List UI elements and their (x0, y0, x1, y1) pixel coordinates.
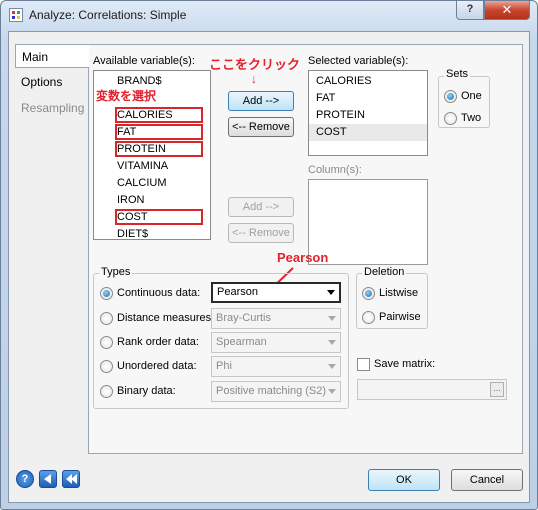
cancel-button[interactable]: Cancel (451, 469, 523, 491)
rank-order-radio[interactable] (100, 336, 113, 349)
sets-group: Sets One Two (438, 68, 490, 128)
back-to-start-icon[interactable] (62, 470, 80, 488)
help-button[interactable]: ? (456, 1, 484, 20)
distance-measures-radio[interactable] (100, 312, 113, 325)
rank-order-label: Rank order data: (117, 336, 199, 348)
deletion-title: Deletion (362, 266, 407, 278)
list-item[interactable]: FAT (309, 90, 427, 107)
distance-measures-select: Bray-Curtis (211, 308, 341, 329)
list-item[interactable]: VITAMINA (94, 158, 210, 175)
chevron-down-icon (328, 316, 336, 321)
types-group: Types Continuous data: Pearson Distance … (93, 266, 349, 409)
select-variables-annotation: 変数を選択 (96, 89, 157, 103)
close-button[interactable]: ✕ (484, 1, 530, 20)
sets-two-radio[interactable] (444, 112, 457, 125)
main-panel: Available variable(s): BRAND$ CALORIES F… (88, 44, 523, 454)
ok-button[interactable]: OK (368, 469, 440, 491)
unordered-data-label: Unordered data: (117, 360, 197, 372)
save-matrix-label: Save matrix: (374, 358, 436, 370)
sets-one-label: One (461, 90, 482, 102)
tab-options[interactable]: Options (15, 70, 89, 94)
chevron-down-icon (328, 364, 336, 369)
add-column-button: Add --> (228, 197, 294, 217)
unordered-data-radio[interactable] (100, 360, 113, 373)
chevron-down-icon (328, 389, 336, 394)
dialog-window: Analyze: Correlations: Simple ? ✕ Main O… (0, 0, 538, 510)
binary-data-value: Positive matching (S2) (216, 385, 327, 397)
continuous-data-select[interactable]: Pearson (211, 282, 341, 303)
list-item[interactable]: CALORIES (309, 73, 427, 90)
sets-two-label: Two (461, 112, 482, 124)
highlight-box (115, 124, 203, 140)
selected-variables-label: Selected variable(s): (308, 55, 409, 67)
deletion-group: Deletion Listwise Pairwise (356, 266, 428, 329)
pearson-annotation: Pearson (277, 250, 329, 265)
listwise-radio[interactable] (362, 287, 375, 300)
save-matrix-checkbox[interactable] (357, 358, 370, 371)
unordered-data-value: Phi (216, 360, 232, 372)
back-icon[interactable] (39, 470, 57, 488)
distance-measures-label: Distance measures: (117, 312, 215, 324)
distance-measures-value: Bray-Curtis (216, 312, 272, 324)
pairwise-label: Pairwise (379, 311, 421, 323)
rank-order-value: Spearman (216, 336, 267, 348)
tab-resampling: Resampling (21, 101, 85, 115)
highlight-box (115, 141, 203, 157)
binary-data-radio[interactable] (100, 385, 113, 398)
sets-one-radio[interactable] (444, 90, 457, 103)
save-matrix-path-field: ... (357, 379, 507, 400)
binary-data-label: Binary data: (117, 385, 176, 397)
list-item[interactable]: PROTEIN (309, 107, 427, 124)
window-title: Analyze: Correlations: Simple (29, 8, 187, 22)
continuous-data-label: Continuous data: (117, 287, 201, 299)
list-item[interactable]: DIET$ (94, 226, 210, 243)
listwise-label: Listwise (379, 287, 419, 299)
tab-main[interactable]: Main (15, 44, 89, 68)
columns-label: Column(s): (308, 164, 362, 176)
title-bar[interactable]: Analyze: Correlations: Simple ? ✕ (1, 1, 537, 29)
list-item[interactable]: CALCIUM (94, 175, 210, 192)
browse-button: ... (490, 382, 504, 397)
chevron-down-icon (328, 340, 336, 345)
available-variables-label: Available variable(s): (93, 55, 195, 67)
rank-order-select: Spearman (211, 332, 341, 353)
dialog-body: Main Options Resampling Available variab… (8, 31, 530, 503)
types-title: Types (99, 266, 133, 278)
pairwise-radio[interactable] (362, 311, 375, 324)
selected-variables-list[interactable]: CALORIES FAT PROTEIN COST (308, 70, 428, 156)
app-icon (9, 8, 23, 22)
continuous-data-radio[interactable] (100, 287, 113, 300)
add-button[interactable]: Add --> (228, 91, 294, 111)
binary-data-select: Positive matching (S2) (211, 381, 341, 402)
remove-button[interactable]: <-- Remove (228, 117, 294, 137)
highlight-box (115, 209, 203, 225)
remove-column-button: <-- Remove (228, 223, 294, 243)
list-item[interactable]: COST (309, 124, 427, 141)
help-icon[interactable]: ? (16, 470, 34, 488)
sets-title: Sets (444, 68, 471, 80)
continuous-data-value: Pearson (217, 286, 258, 298)
unordered-data-select: Phi (211, 356, 341, 377)
chevron-down-icon (327, 290, 335, 295)
arrow-down-annotation: ↓ (251, 72, 257, 86)
click-here-annotation: ここをクリック (209, 57, 301, 72)
list-item[interactable]: IRON (94, 192, 210, 209)
highlight-box (115, 107, 203, 123)
